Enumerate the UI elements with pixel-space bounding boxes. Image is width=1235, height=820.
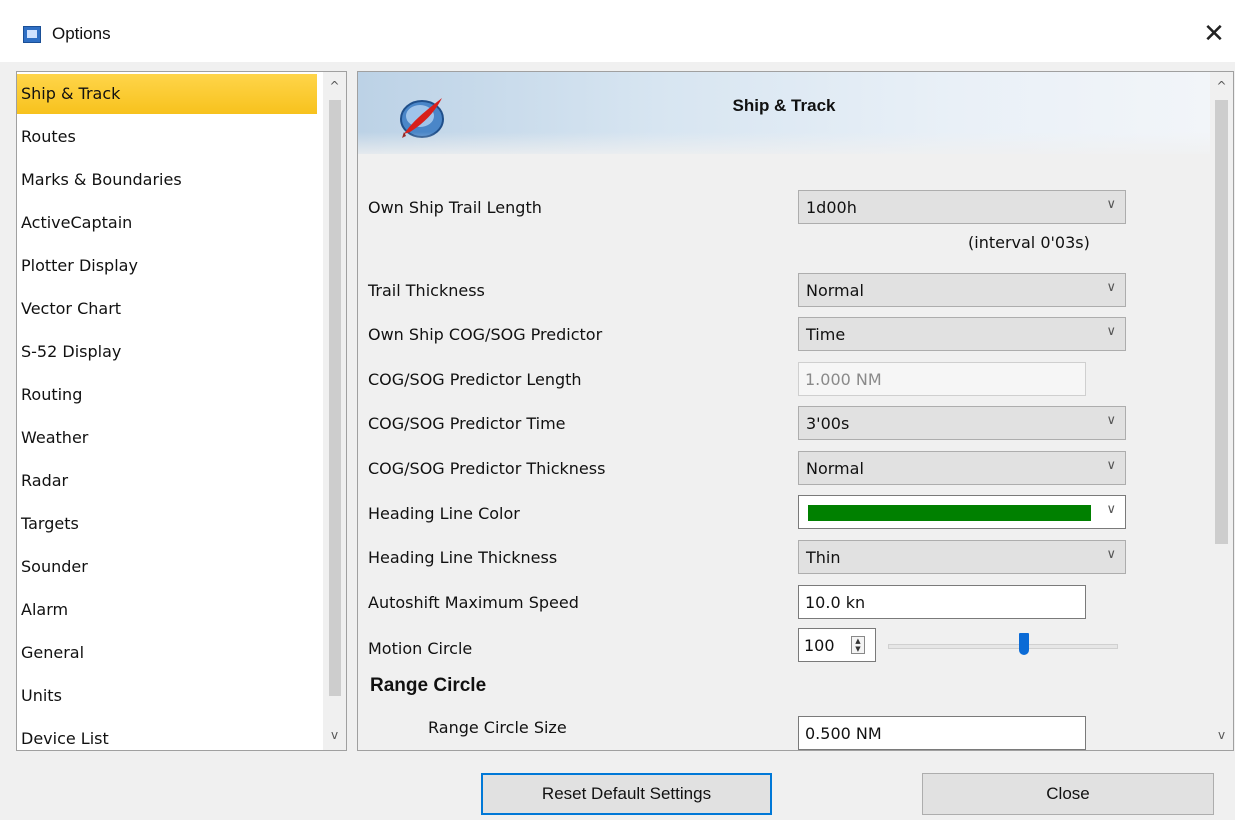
motion-circle-value: 100: [804, 636, 835, 655]
window-title: Options: [52, 24, 111, 43]
scrollbar-thumb[interactable]: [1215, 100, 1228, 544]
sidebar-item-general[interactable]: General: [17, 633, 317, 673]
sidebar-item-routing[interactable]: Routing: [17, 375, 317, 415]
trail-length-label: Own Ship Trail Length: [368, 198, 542, 217]
scrollbar-thumb[interactable]: [329, 100, 341, 696]
options-app-icon: [23, 26, 41, 43]
heading-line-thickness-label: Heading Line Thickness: [368, 548, 558, 567]
scroll-down-icon[interactable]: v: [1210, 724, 1233, 746]
sidebar-item-targets[interactable]: Targets: [17, 504, 317, 544]
cog-sog-predictor-select[interactable]: Time ∨: [798, 317, 1126, 351]
sidebar-item-radar[interactable]: Radar: [17, 461, 317, 501]
trail-interval-note: (interval 0'03s): [968, 233, 1090, 252]
predictor-length-field: 1.000 NM: [798, 362, 1086, 396]
range-circle-size-field[interactable]: 0.500 NM: [798, 716, 1086, 750]
motion-circle-slider[interactable]: [888, 644, 1118, 649]
trail-thickness-select[interactable]: Normal ∨: [798, 273, 1126, 307]
scroll-up-icon[interactable]: ^: [323, 75, 346, 97]
autoshift-speed-value: 10.0 kn: [805, 593, 866, 612]
chevron-down-icon: ∨: [1106, 458, 1116, 473]
range-circle-heading: Range Circle: [370, 675, 487, 696]
sidebar-item-ship-track[interactable]: Ship & Track: [17, 74, 317, 114]
chevron-down-icon: ∨: [1106, 280, 1116, 295]
sidebar-item-s52-display[interactable]: S-52 Display: [17, 332, 317, 372]
close-button[interactable]: Close: [922, 773, 1214, 815]
cog-sog-predictor-label: Own Ship COG/SOG Predictor: [368, 325, 603, 344]
motion-circle-spinbox[interactable]: 100 ▲ ▼: [798, 628, 876, 662]
predictor-time-value: 3'00s: [806, 414, 850, 433]
options-category-list[interactable]: Ship & Track Routes Marks & Boundaries A…: [16, 71, 347, 751]
predictor-thickness-select[interactable]: Normal ∨: [798, 451, 1126, 485]
panel-title: Ship & Track: [732, 96, 836, 115]
sidebar-item-weather[interactable]: Weather: [17, 418, 317, 458]
sidebar-item-sounder[interactable]: Sounder: [17, 547, 317, 587]
sidebar-item-alarm[interactable]: Alarm: [17, 590, 317, 630]
heading-line-thickness-select[interactable]: Thin ∨: [798, 540, 1126, 574]
chevron-down-icon: ∨: [1106, 547, 1116, 562]
title-bar: Options ✕: [0, 0, 1235, 62]
range-circle-size-value: 0.500 NM: [805, 724, 882, 743]
color-swatch: [808, 505, 1091, 521]
chevron-down-icon: ∨: [1106, 197, 1116, 212]
predictor-time-label: COG/SOG Predictor Time: [368, 414, 566, 433]
sidebar-item-routes[interactable]: Routes: [17, 117, 317, 157]
scroll-down-icon[interactable]: v: [323, 724, 346, 746]
sidebar-item-vector-chart[interactable]: Vector Chart: [17, 289, 317, 329]
heading-line-thickness-value: Thin: [806, 548, 841, 567]
autoshift-speed-label: Autoshift Maximum Speed: [368, 593, 579, 612]
spin-arrows-icon[interactable]: ▲ ▼: [851, 636, 865, 654]
heading-line-color-label: Heading Line Color: [368, 504, 520, 523]
motion-circle-label: Motion Circle: [368, 639, 473, 658]
panel-scrollbar[interactable]: ^ v: [1210, 72, 1233, 750]
autoshift-speed-field[interactable]: 10.0 kn: [798, 585, 1086, 619]
trail-thickness-value: Normal: [806, 281, 864, 300]
settings-panel: Ship & Track Own Ship Trail Length 1d00h…: [357, 71, 1234, 751]
sidebar-item-plotter-display[interactable]: Plotter Display: [17, 246, 317, 286]
predictor-thickness-label: COG/SOG Predictor Thickness: [368, 459, 606, 478]
heading-line-color-select[interactable]: ∨: [798, 495, 1126, 529]
chevron-down-icon: ∨: [1106, 502, 1116, 517]
range-circle-size-label: Range Circle Size: [428, 718, 567, 737]
trail-length-value: 1d00h: [806, 198, 857, 217]
predictor-length-value: 1.000 NM: [805, 370, 882, 389]
predictor-length-label: COG/SOG Predictor Length: [368, 370, 582, 389]
slider-handle[interactable]: [1018, 633, 1029, 655]
chevron-down-icon: ∨: [1106, 324, 1116, 339]
predictor-thickness-value: Normal: [806, 459, 864, 478]
sidebar-item-activecaptain[interactable]: ActiveCaptain: [17, 203, 317, 243]
sidebar-scrollbar[interactable]: ^ v: [323, 72, 346, 750]
chevron-down-icon: ∨: [1106, 413, 1116, 428]
sidebar-item-marks-boundaries[interactable]: Marks & Boundaries: [17, 160, 317, 200]
cog-sog-predictor-value: Time: [806, 325, 846, 344]
close-window-button[interactable]: ✕: [1196, 14, 1232, 54]
predictor-time-select[interactable]: 3'00s ∨: [798, 406, 1126, 440]
scroll-up-icon[interactable]: ^: [1210, 75, 1233, 97]
sidebar-item-device-list[interactable]: Device List: [17, 719, 317, 759]
sidebar-item-units[interactable]: Units: [17, 676, 317, 716]
reset-default-settings-button[interactable]: Reset Default Settings: [481, 773, 772, 815]
trail-thickness-label: Trail Thickness: [368, 281, 485, 300]
trail-length-select[interactable]: 1d00h ∨: [798, 190, 1126, 224]
